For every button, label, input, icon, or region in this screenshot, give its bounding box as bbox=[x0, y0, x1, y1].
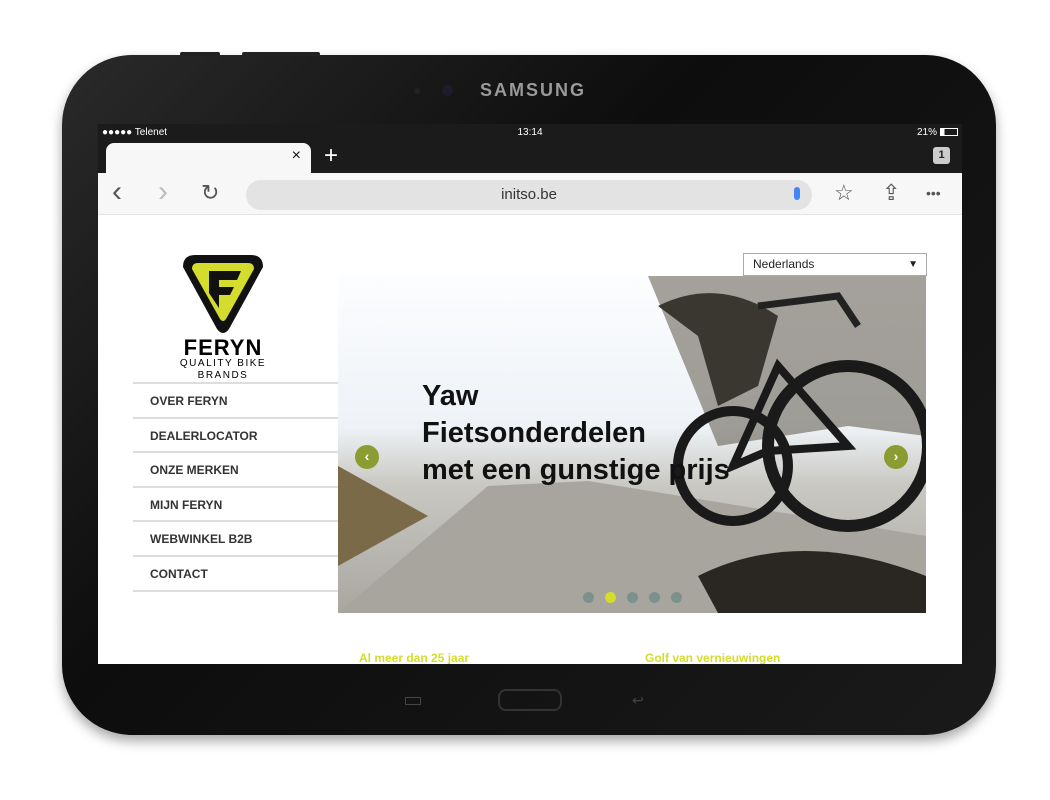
status-bar: ●●●●● Telenet 13:14 21% bbox=[98, 124, 962, 140]
camera-icon bbox=[442, 85, 453, 96]
slider-next-button[interactable]: › bbox=[884, 445, 908, 469]
slider-dot-active[interactable] bbox=[605, 592, 616, 603]
more-button[interactable]: ••• bbox=[926, 185, 941, 201]
logo-shield-icon bbox=[183, 255, 263, 333]
back-button[interactable]: ‹ bbox=[112, 175, 122, 209]
headline-line: Fietsonderdelen bbox=[422, 417, 646, 449]
bookmark-button[interactable]: ☆ bbox=[834, 180, 854, 206]
slider-prev-button[interactable]: ‹ bbox=[355, 445, 379, 469]
slider-dot[interactable] bbox=[671, 592, 682, 603]
browser-toolbar: ‹ › ↻ initso.be ☆ ⇪ ••• bbox=[98, 173, 962, 215]
section-heading: Golf van vernieuwingen bbox=[645, 651, 781, 664]
back-key-icon: ↩ bbox=[632, 692, 644, 708]
web-page: FERYN QUALITY BIKE BRANDS OVER FERYN DEA… bbox=[98, 215, 962, 664]
forward-button[interactable]: › bbox=[158, 175, 168, 209]
tab-bar: × + 1 bbox=[98, 140, 962, 173]
device-brand: SAMSUNG bbox=[480, 80, 587, 100]
main-nav: OVER FERYN DEALERLOCATOR ONZE MERKEN MIJ… bbox=[133, 382, 338, 592]
slider-dot[interactable] bbox=[627, 592, 638, 603]
dropdown-arrow-icon: ▼ bbox=[908, 259, 918, 270]
logo-tagline: QUALITY BIKE bbox=[179, 358, 267, 369]
hero-slider: Yaw Fietsonderdelen met een gunstige pri… bbox=[338, 276, 926, 613]
logo-tagline: BRANDS bbox=[197, 370, 249, 381]
slider-dot[interactable] bbox=[649, 592, 660, 603]
screen: ●●●●● Telenet 13:14 21% × + 1 ‹ › ↻ init… bbox=[98, 124, 962, 664]
nav-item-over-feryn[interactable]: OVER FERYN bbox=[133, 384, 338, 419]
menu-key-icon bbox=[405, 697, 421, 705]
tab-count-button[interactable]: 1 bbox=[933, 147, 950, 164]
microphone-icon[interactable] bbox=[794, 187, 800, 200]
power-button bbox=[180, 52, 220, 56]
address-bar[interactable]: initso.be bbox=[246, 180, 812, 210]
sensor-icon bbox=[414, 88, 420, 94]
slider-dot[interactable] bbox=[583, 592, 594, 603]
nav-item-contact[interactable]: CONTACT bbox=[133, 557, 338, 592]
language-value: Nederlands bbox=[753, 257, 815, 271]
logo-name: FERYN bbox=[183, 335, 263, 360]
browser-tab[interactable]: × bbox=[106, 143, 311, 173]
close-tab-icon[interactable]: × bbox=[292, 147, 301, 165]
headline-line: met een gunstige prijs bbox=[422, 454, 730, 486]
section-heading: Al meer dan 25 jaar bbox=[359, 651, 470, 664]
language-select[interactable]: Nederlands ▼ bbox=[743, 253, 927, 276]
headline-line: Yaw bbox=[422, 380, 479, 412]
home-button bbox=[498, 689, 562, 711]
volume-button bbox=[242, 52, 320, 56]
nav-item-mijn-feryn[interactable]: MIJN FERYN bbox=[133, 488, 338, 523]
slider-headline: Yaw Fietsonderdelen met een gunstige pri… bbox=[422, 378, 730, 489]
share-button[interactable]: ⇪ bbox=[882, 180, 900, 206]
url-text: initso.be bbox=[501, 186, 557, 203]
nav-item-onze-merken[interactable]: ONZE MERKEN bbox=[133, 453, 338, 488]
reload-button[interactable]: ↻ bbox=[201, 180, 219, 206]
new-tab-button[interactable]: + bbox=[324, 142, 338, 170]
nav-item-dealerlocator[interactable]: DEALERLOCATOR bbox=[133, 419, 338, 454]
clock: 13:14 bbox=[517, 126, 543, 138]
slider-pagination bbox=[583, 592, 682, 603]
nav-item-webwinkel-b2b[interactable]: WEBWINKEL B2B bbox=[133, 522, 338, 557]
feryn-logo[interactable]: FERYN QUALITY BIKE BRANDS bbox=[178, 253, 268, 382]
